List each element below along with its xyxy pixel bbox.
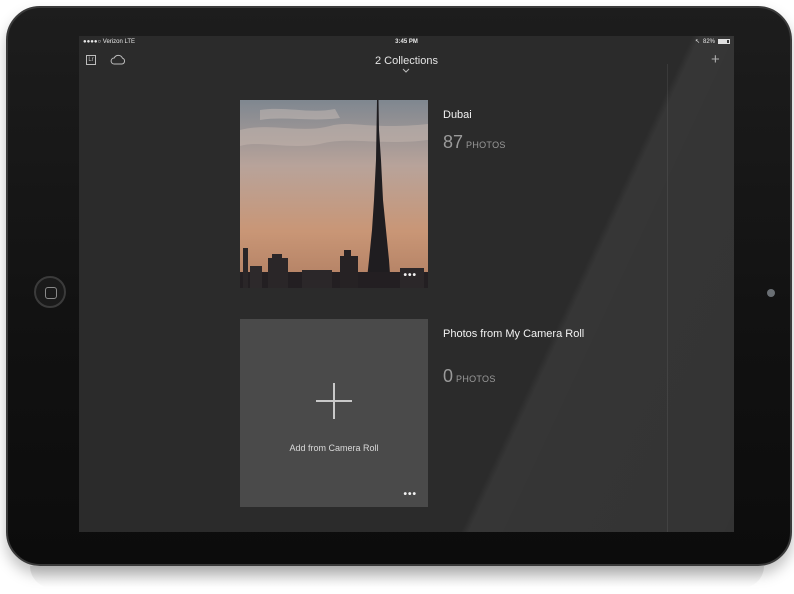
collection-thumbnail-dubai[interactable]: ••• [240, 100, 428, 288]
top-toolbar: Lr 2 Collections + [79, 50, 734, 73]
photo-count-number: 87 [443, 132, 464, 152]
chevron-down-icon[interactable] [402, 68, 410, 73]
status-time: 3:45 PM [395, 39, 418, 45]
add-collection-icon[interactable]: + [711, 51, 720, 68]
add-from-camera-roll-label[interactable]: Add from Camera Roll [240, 443, 428, 453]
panel-divider [667, 64, 668, 532]
more-options-icon[interactable]: ••• [403, 271, 417, 281]
battery-percent: 82% [702, 38, 715, 45]
battery-icon [718, 39, 730, 44]
collection-name[interactable]: Dubai [443, 108, 593, 123]
front-camera [767, 289, 775, 297]
dubai-skyline-photo [240, 100, 428, 288]
collection-thumbnail-camera-roll[interactable]: Add from Camera Roll ••• [240, 319, 428, 507]
photo-count-number: 0 [443, 366, 454, 386]
collection-name[interactable]: Photos from My Camera Roll [443, 327, 593, 342]
location-icon: ↖ [694, 39, 700, 45]
battery-status: ↖ 82% [695, 38, 730, 45]
add-photos-plus-icon[interactable] [316, 383, 352, 419]
status-bar: ●●●●○ Verizon LTE 3:45 PM ↖ 82% [79, 36, 734, 48]
collection-photo-count: 0 PHOTOS [443, 366, 496, 387]
collections-title[interactable]: 2 Collections [79, 55, 734, 67]
device-reflection [30, 566, 764, 588]
photo-count-unit: PHOTOS [456, 374, 496, 384]
app-screen: ●●●●○ Verizon LTE 3:45 PM ↖ 82% Lr 2 Col… [79, 36, 734, 532]
home-square-icon [45, 287, 57, 299]
collection-photo-count: 87 PHOTOS [443, 132, 506, 153]
photo-count-unit: PHOTOS [466, 140, 506, 150]
more-options-icon[interactable]: ••• [403, 490, 417, 500]
home-button[interactable] [34, 276, 66, 308]
